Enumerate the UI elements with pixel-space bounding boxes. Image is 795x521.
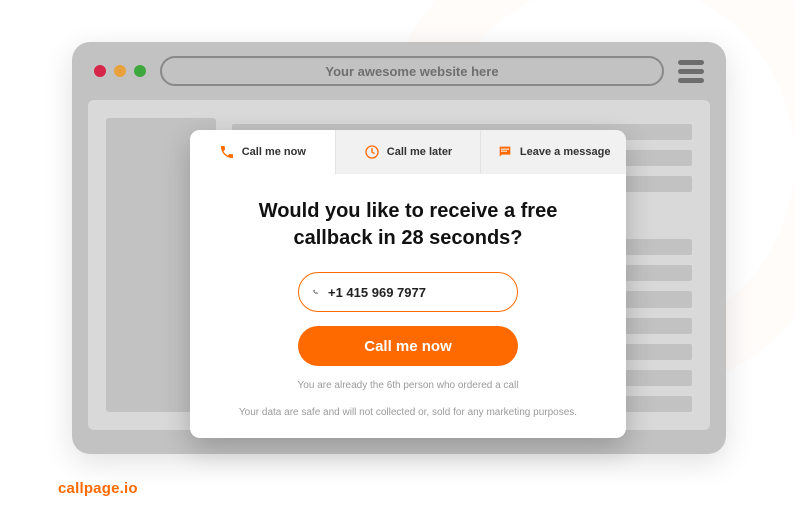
brand-label: callpage.io: [58, 480, 138, 497]
phone-handset-icon: [313, 283, 318, 301]
tab-call-later[interactable]: Call me later: [336, 130, 482, 174]
tab-label: Call me later: [387, 146, 452, 158]
phone-input[interactable]: [328, 285, 503, 300]
tab-label: Leave a message: [520, 146, 611, 158]
phone-icon: [219, 144, 235, 160]
hamburger-menu-icon[interactable]: [678, 60, 704, 83]
browser-chrome: Your awesome website here: [72, 42, 726, 100]
window-controls: [94, 65, 146, 77]
minimize-dot-icon: [114, 65, 126, 77]
callback-popup: Call me now Call me later Leave a messag…: [190, 130, 626, 438]
tab-call-now[interactable]: Call me now: [190, 130, 336, 174]
address-placeholder: Your awesome website here: [325, 64, 498, 79]
popup-body: Would you like to receive a free callbac…: [190, 174, 626, 438]
close-dot-icon: [94, 65, 106, 77]
chat-icon: [497, 144, 513, 160]
address-bar[interactable]: Your awesome website here: [160, 56, 664, 86]
phone-input-wrap[interactable]: [298, 272, 518, 312]
tab-leave-message[interactable]: Leave a message: [481, 130, 626, 174]
clock-icon: [364, 144, 380, 160]
call-me-now-button[interactable]: Call me now: [298, 326, 518, 366]
counter-note: You are already the 6th person who order…: [220, 380, 596, 391]
privacy-note: Your data are safe and will not collecte…: [220, 407, 596, 418]
tab-label: Call me now: [242, 146, 306, 158]
maximize-dot-icon: [134, 65, 146, 77]
popup-tabs: Call me now Call me later Leave a messag…: [190, 130, 626, 174]
popup-headline: Would you like to receive a free callbac…: [220, 198, 596, 252]
